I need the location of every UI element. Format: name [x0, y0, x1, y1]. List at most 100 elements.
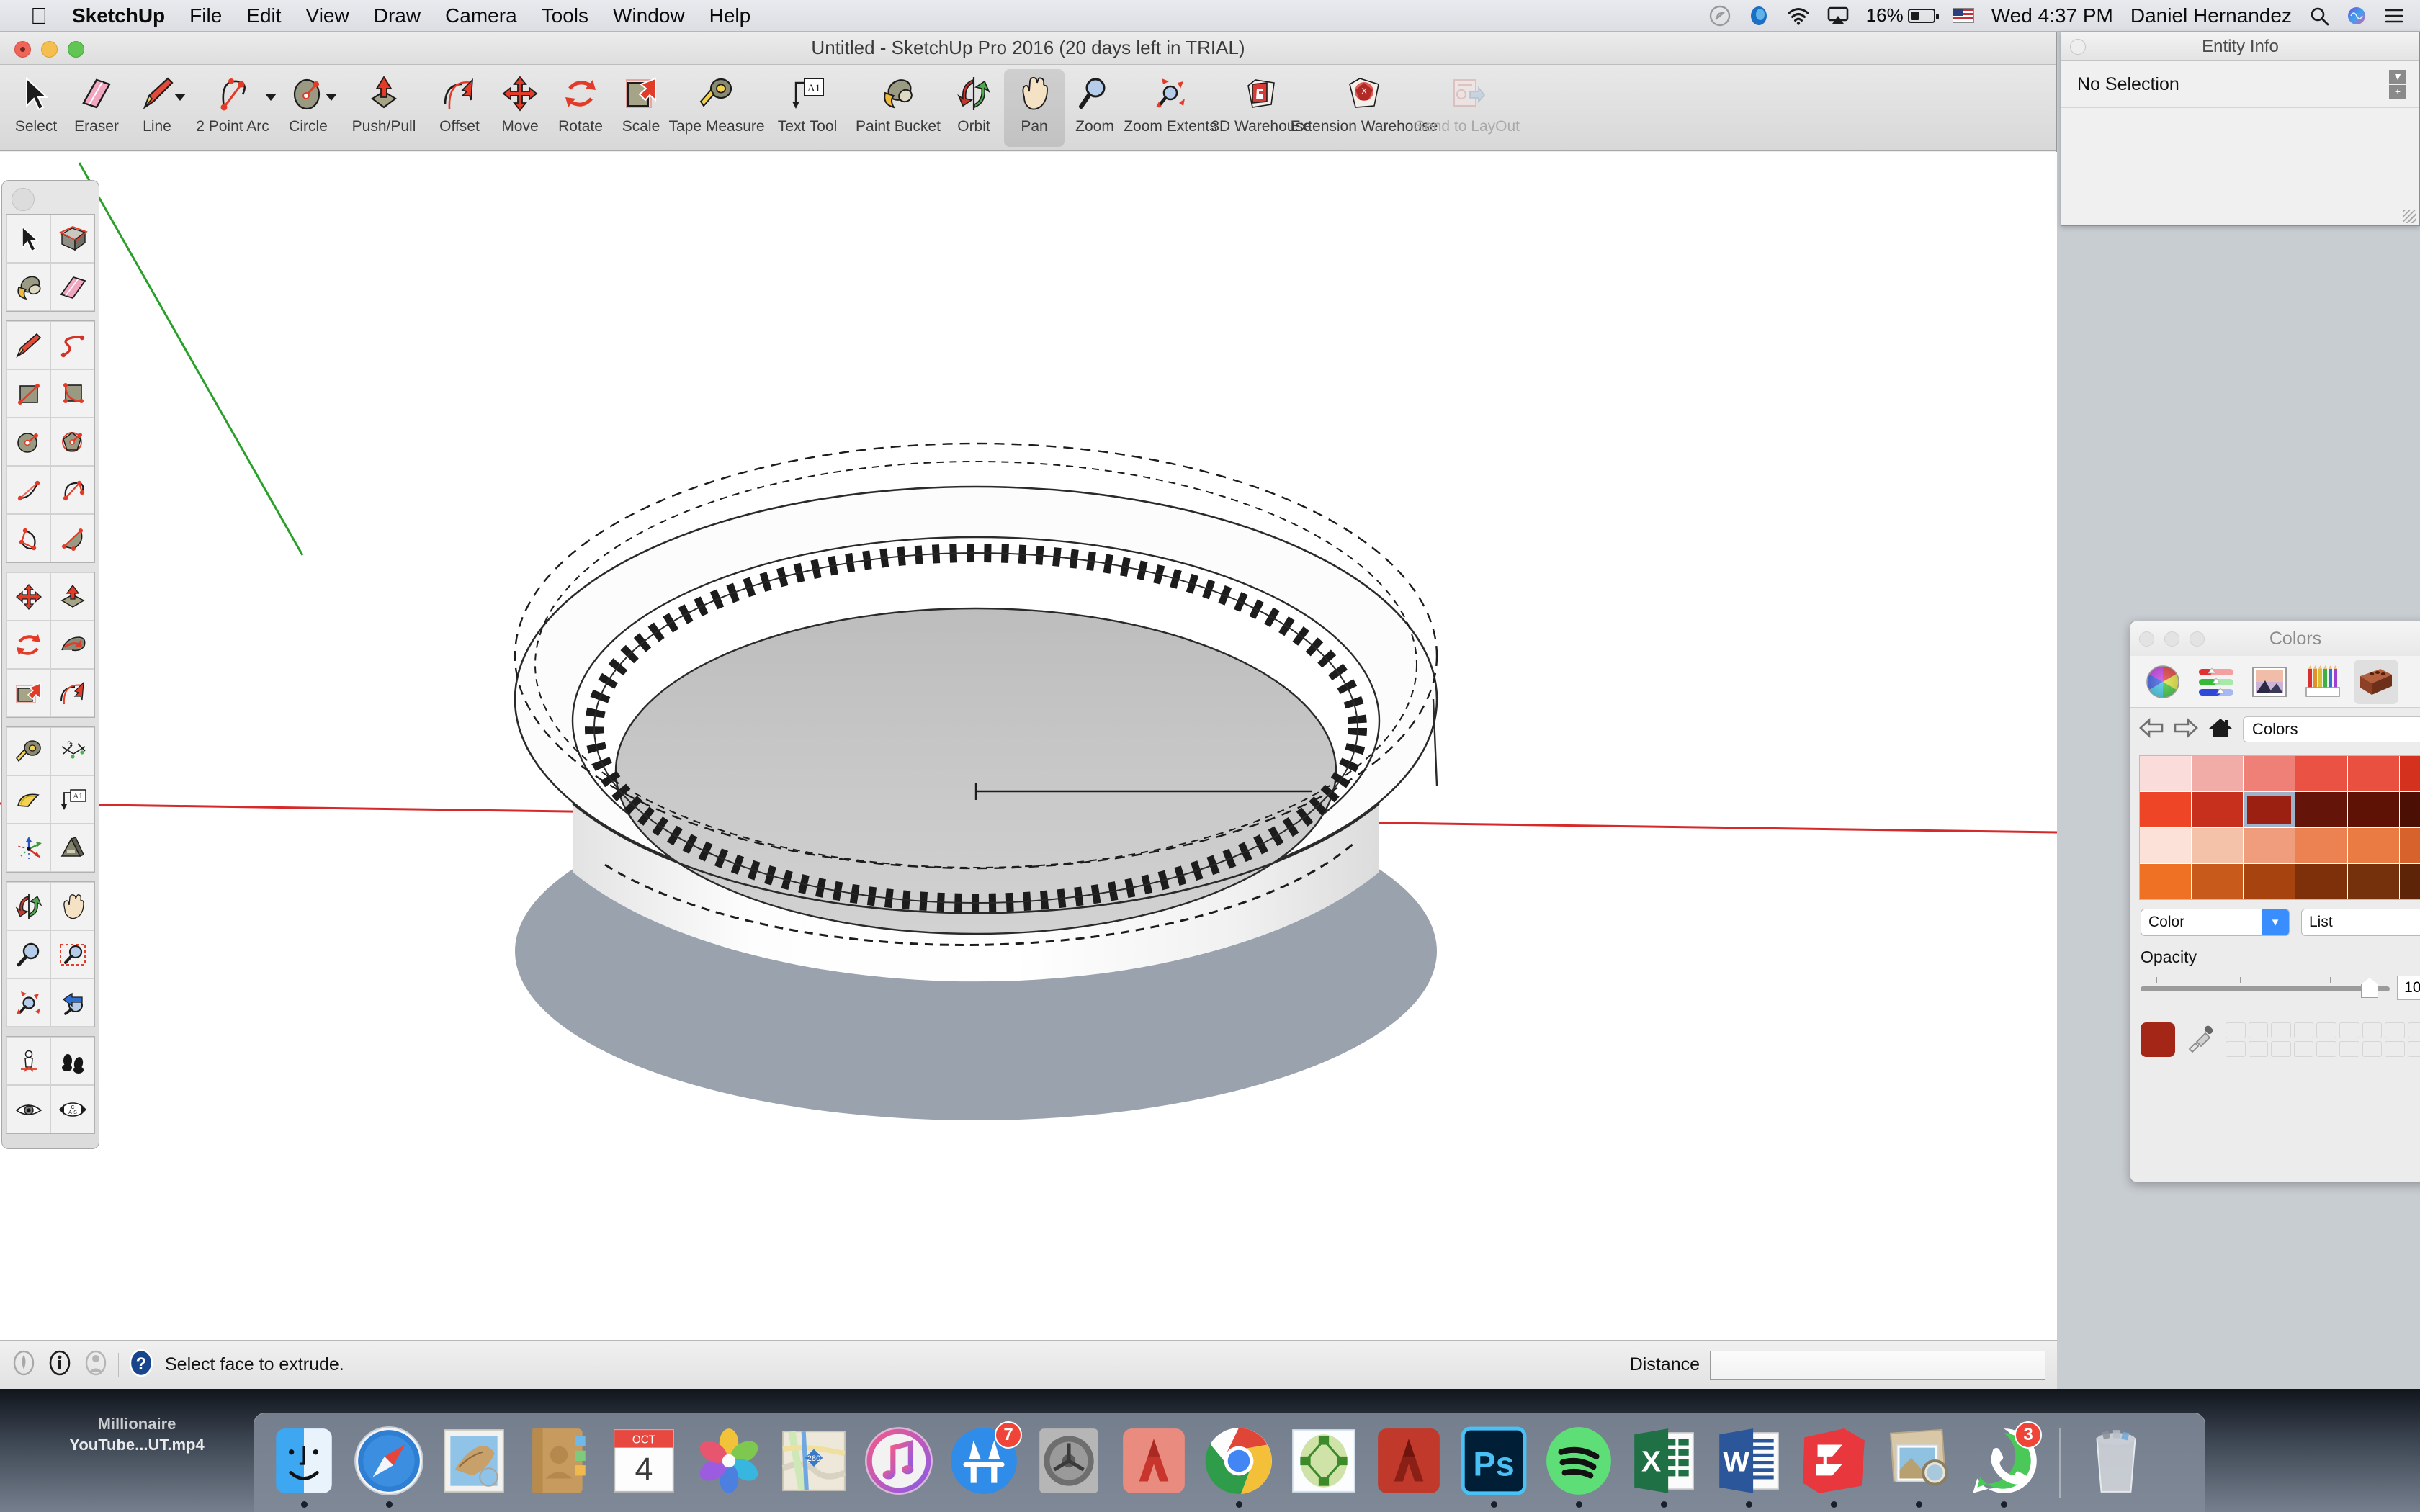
color-swatch-6[interactable] — [2140, 792, 2192, 827]
dock-item-preview[interactable] — [1879, 1423, 1958, 1508]
expander-icon[interactable]: ▼ + — [2389, 70, 2406, 100]
colors-panel[interactable]: Colors Colors Color ▾ List Opacity 10 — [2130, 621, 2420, 1182]
menu-view[interactable]: View — [306, 4, 349, 27]
eyedropper-icon[interactable] — [2185, 1023, 2215, 1057]
palette-look-around[interactable] — [6, 1085, 50, 1133]
palette-zoom-window[interactable] — [50, 930, 94, 978]
toolbar-rotate[interactable]: Rotate — [550, 69, 611, 135]
menu-tools[interactable]: Tools — [542, 4, 588, 27]
palette-protractor[interactable] — [6, 775, 50, 824]
dock-item-sketchup[interactable] — [1794, 1423, 1873, 1508]
palette-two-point-arc[interactable] — [50, 466, 94, 514]
airplay-icon[interactable] — [1827, 6, 1849, 25]
recent-color-slot-0[interactable] — [2226, 1022, 2246, 1038]
battery-icon[interactable]: 16% — [1866, 4, 1939, 27]
palette-move[interactable] — [6, 572, 50, 621]
user-name[interactable]: Daniel Hernandez — [2130, 4, 2292, 27]
color-mode-select[interactable]: Color ▾ — [2141, 909, 2290, 936]
palette-text-tool[interactable]: A1 — [50, 775, 94, 824]
recent-color-slot-8[interactable] — [2407, 1022, 2420, 1038]
palette-scale[interactable] — [6, 669, 50, 717]
color-swatch-14[interactable] — [2244, 828, 2295, 863]
color-swatch-15[interactable] — [2295, 828, 2347, 863]
color-swatch-17[interactable] — [2399, 828, 2420, 863]
palette-orbit[interactable] — [6, 882, 50, 930]
geo-location-icon[interactable] — [12, 1349, 36, 1380]
palette-three-point-arc[interactable] — [6, 514, 50, 562]
color-swatch-19[interactable] — [2192, 864, 2244, 899]
palette-zoom[interactable] — [6, 930, 50, 978]
toolbar-two-point-arc[interactable]: 2 Point Arc — [187, 69, 278, 135]
large-tool-palette[interactable]: 3 A1 C A-S — [1, 180, 99, 1149]
toolbar-eraser[interactable]: Eraser — [66, 69, 127, 135]
color-swatch-0[interactable] — [2140, 756, 2192, 791]
menu-file[interactable]: File — [189, 4, 222, 27]
menu-help[interactable]: Help — [709, 4, 751, 27]
opacity-slider-knob[interactable] — [2361, 978, 2378, 998]
color-swatch-8[interactable] — [2244, 792, 2295, 827]
color-swatch-12[interactable] — [2140, 828, 2192, 863]
dropbox-icon[interactable] — [1748, 5, 1770, 27]
recent-color-slot-6[interactable] — [2362, 1022, 2383, 1038]
person-icon[interactable] — [84, 1349, 108, 1380]
home-icon[interactable] — [2208, 717, 2233, 742]
color-swatch-22[interactable] — [2347, 864, 2399, 899]
back-arrow-icon[interactable] — [2139, 717, 2164, 742]
palette-arc[interactable] — [6, 466, 50, 514]
arc-dropdown-caret-icon[interactable] — [265, 94, 277, 101]
distance-input[interactable] — [1710, 1350, 2045, 1380]
circle-dropdown-caret-icon[interactable] — [326, 94, 337, 101]
line-dropdown-caret-icon[interactable] — [174, 94, 186, 101]
recent-color-slot-12[interactable] — [2271, 1041, 2291, 1057]
toolbar-zoom-extents[interactable]: Zoom Extents — [1124, 69, 1217, 135]
dock-item-word[interactable]: W — [1709, 1423, 1788, 1508]
dock-item-autocad-2[interactable] — [1369, 1423, 1448, 1508]
palette-circle[interactable] — [6, 418, 50, 466]
color-swatch-23[interactable] — [2399, 864, 2420, 899]
info-icon[interactable] — [48, 1349, 72, 1380]
menu-camera[interactable]: Camera — [445, 4, 517, 27]
palette-rounded-rectangle[interactable] — [50, 369, 94, 418]
resize-grip-icon[interactable] — [2403, 210, 2416, 223]
recent-color-slot-2[interactable] — [2271, 1022, 2291, 1038]
color-swatch-5[interactable] — [2399, 756, 2420, 791]
recent-color-slot-10[interactable] — [2226, 1041, 2246, 1057]
menu-sketchup[interactable]: SketchUp — [72, 4, 165, 27]
toolbar-zoom[interactable]: Zoom — [1065, 69, 1125, 135]
color-swatch-4[interactable] — [2347, 756, 2399, 791]
recent-color-slot-16[interactable] — [2362, 1041, 2383, 1057]
color-swatch-10[interactable] — [2347, 792, 2399, 827]
color-swatch-grid[interactable] — [2139, 755, 2420, 900]
color-swatch-3[interactable] — [2295, 756, 2347, 791]
colors-minimize-button[interactable] — [2164, 631, 2179, 647]
notification-center-icon[interactable] — [2384, 6, 2404, 25]
close-button[interactable] — [14, 41, 31, 58]
palette-section-plane[interactable]: C A-S — [50, 1085, 94, 1133]
creative-cloud-icon[interactable] — [1709, 5, 1731, 27]
dock-item-app-store[interactable]: 7 — [944, 1421, 1023, 1508]
color-swatch-20[interactable] — [2244, 864, 2295, 899]
palette-paint-bucket[interactable] — [6, 263, 50, 311]
palette-zoom-extents[interactable] — [6, 978, 50, 1027]
dock-item-autocad[interactable] — [1114, 1423, 1193, 1508]
palette-tape-measure[interactable] — [6, 727, 50, 775]
dock[interactable]: OCT 4 280 7 Ps X W 3 — [254, 1413, 2205, 1512]
entity-info-close-button[interactable] — [2070, 39, 2086, 55]
colors-path-field[interactable]: Colors — [2243, 716, 2420, 742]
dock-item-whatsapp[interactable]: 3 — [1964, 1421, 2043, 1508]
palette-freehand[interactable] — [50, 321, 94, 369]
color-swatch-11[interactable] — [2399, 792, 2420, 827]
palette-drag-handle[interactable] — [6, 185, 95, 214]
dock-item-finder[interactable] — [264, 1423, 344, 1508]
dock-item-mail[interactable] — [434, 1423, 514, 1508]
palette-position-camera[interactable] — [6, 1037, 50, 1085]
palette-line[interactable] — [6, 321, 50, 369]
model-canvas[interactable] — [0, 152, 2057, 1340]
forward-arrow-icon[interactable] — [2174, 717, 2198, 742]
toolbar-paint-bucket[interactable]: Paint Bucket — [853, 69, 944, 135]
color-wheel-tab[interactable] — [2141, 660, 2185, 704]
color-swatch-18[interactable] — [2140, 864, 2192, 899]
menu-window[interactable]: Window — [613, 4, 685, 27]
dock-item-maps[interactable]: 280 — [774, 1423, 853, 1508]
recent-colors-grid[interactable] — [2226, 1022, 2420, 1057]
